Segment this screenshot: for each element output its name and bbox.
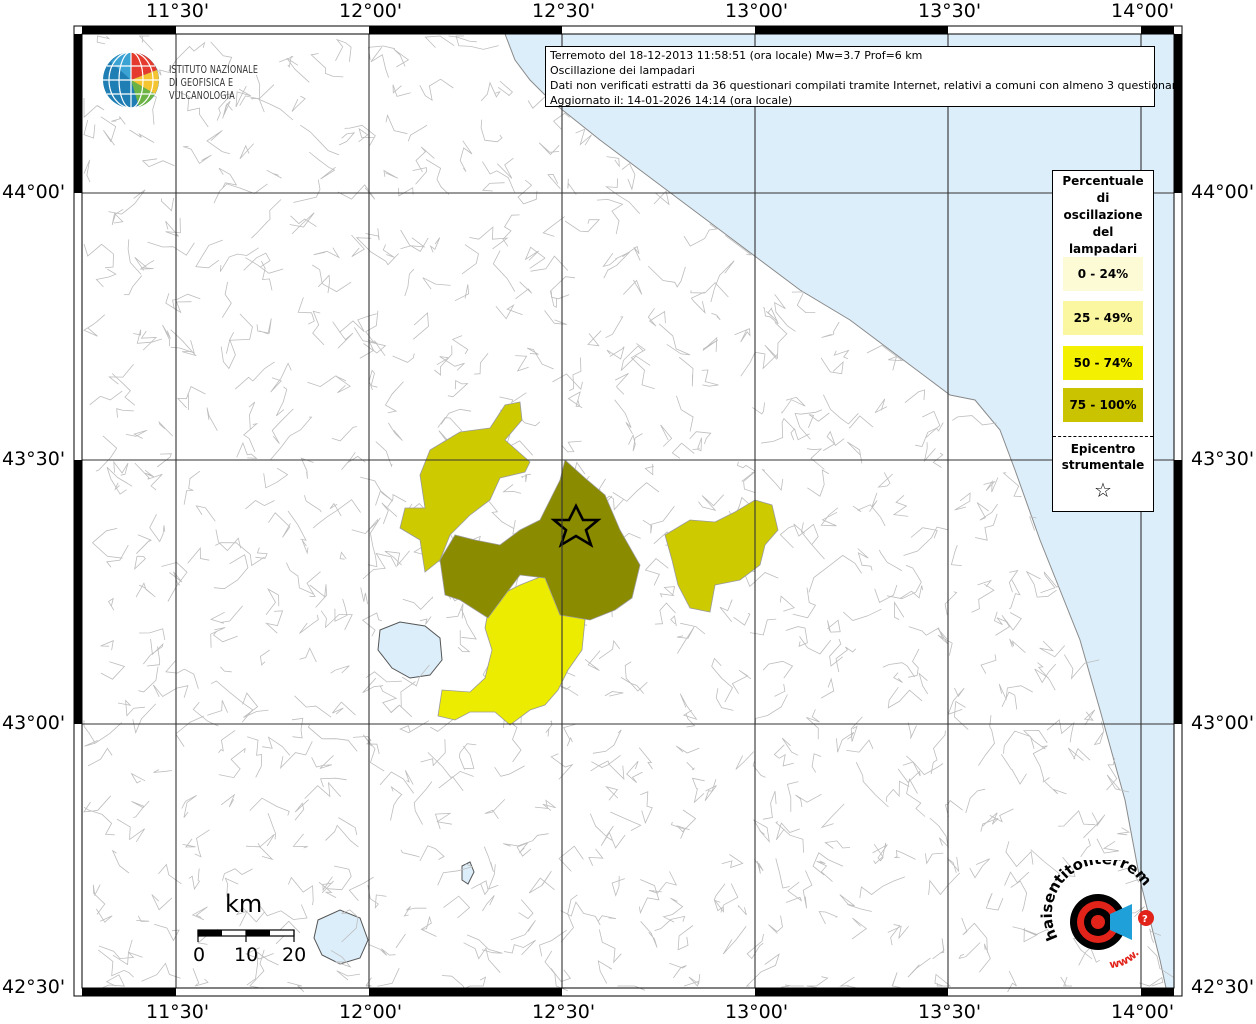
lat-label-left: 44°00' (2, 181, 66, 203)
scale-tick: 10 (234, 944, 259, 966)
scale-tick: 20 (282, 944, 307, 966)
lon-label-top: 12°00' (339, 0, 403, 22)
lon-label-top: 13°30' (918, 0, 982, 22)
lon-label-top: 14°00' (1111, 0, 1175, 22)
lat-label-right: 43°30' (1191, 448, 1255, 470)
legend-separator (1053, 436, 1153, 437)
event-info-line: Terremoto del 18-12-2013 11:58:51 (ora l… (550, 49, 923, 62)
lon-label-bottom: 12°00' (339, 1001, 403, 1023)
badge-text-bottom: www. (1108, 947, 1141, 972)
lon-label-top: 11°30' (146, 0, 210, 22)
legend-title-line: di (1096, 191, 1110, 205)
lat-label-right: 43°00' (1191, 712, 1255, 734)
legend-epicenter-line: Epicentro (1070, 442, 1136, 456)
legend-title-line: lampadari (1068, 242, 1138, 256)
legend-class-25-49: 25 - 49% (1063, 301, 1143, 335)
lat-label-left: 43°30' (2, 448, 66, 470)
legend-title-line: oscillazione (1063, 208, 1143, 222)
scale-title: km (225, 890, 263, 918)
event-info-line: Dati non verificati estratti da 36 quest… (550, 79, 1183, 92)
legend-epicenter-line: strumentale (1061, 458, 1145, 472)
lat-label-left: 43°00' (2, 712, 66, 734)
globe-icon (103, 51, 159, 109)
lon-label-bottom: 12°30' (532, 1001, 596, 1023)
lon-label-top: 13°00' (725, 0, 789, 22)
legend-class-50-74: 50 - 74% (1063, 346, 1143, 380)
lon-label-bottom: 11°30' (146, 1001, 210, 1023)
lat-label-right: 44°00' (1191, 181, 1255, 203)
legend-epicenter-label: Epicentro strumentale (1053, 441, 1153, 473)
lon-label-bottom: 13°00' (725, 1001, 789, 1023)
event-info-box: Terremoto del 18-12-2013 11:58:51 (ora l… (545, 46, 1183, 107)
haisentito-logo: haisentitoilterremoto.it www. ? (1035, 846, 1155, 972)
lat-label-right: 42°30' (1191, 976, 1255, 998)
legend-class-75-100: 75 - 100% (1063, 388, 1143, 422)
legend-class-0-24: 0 - 24% (1063, 257, 1143, 291)
legend-title-line: Percentuale (1062, 174, 1144, 188)
legend-title-line: del (1092, 225, 1114, 239)
event-info-line: Aggiornato il: 14-01-2026 14:14 (ora loc… (550, 94, 793, 107)
scale-bar: km 0 10 20 (190, 890, 320, 970)
logo-line2: DI GEOFISICA E VULCANOLOGIA (169, 77, 235, 102)
lon-label-bottom: 13°30' (918, 1001, 982, 1023)
scale-tick: 0 (193, 944, 206, 966)
lon-label-bottom: 14°00' (1111, 1001, 1175, 1023)
ingv-logo: ISTITUTO NAZIONALE DI GEOFISICA E VULCAN… (101, 50, 321, 110)
logo-line1: ISTITUTO NAZIONALE (169, 64, 259, 76)
star-icon: ☆ (1094, 478, 1112, 502)
lat-label-left: 42°30' (2, 976, 66, 998)
svg-text:?: ? (1142, 914, 1148, 925)
svg-text:www.: www. (1108, 947, 1141, 972)
event-info-line: Oscillazione dei lampadari (550, 64, 695, 77)
legend-title: Percentuale di oscillazione del lampadar… (1053, 173, 1153, 258)
legend: Percentuale di oscillazione del lampadar… (1052, 170, 1154, 512)
lon-label-top: 12°30' (532, 0, 596, 22)
haisentito-badge: haisentitoilterremoto.it www. ? (1035, 846, 1170, 980)
